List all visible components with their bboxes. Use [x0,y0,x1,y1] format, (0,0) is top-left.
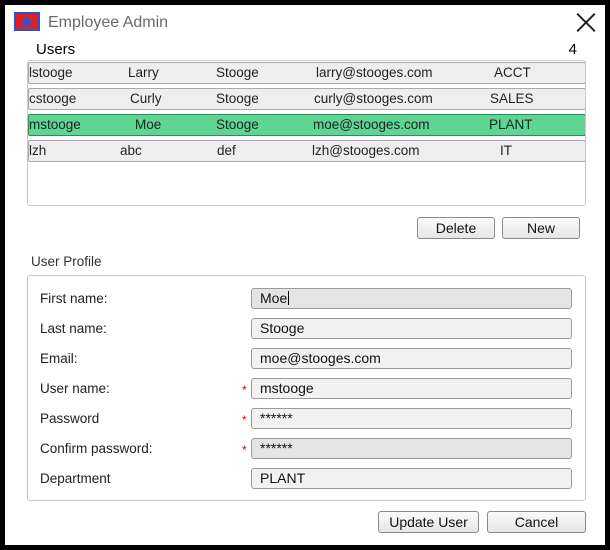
table-row[interactable]: lzh abc def lzh@stooges.com IT [28,140,585,162]
password-field[interactable]: ****** [251,408,572,429]
cancel-button[interactable]: Cancel [487,511,586,533]
cell-last-name: Stooge [216,65,259,80]
password-required-marker: * [242,413,247,427]
cell-department: SALES [490,91,534,106]
app-logo-icon [14,12,40,31]
username-field[interactable]: mstooge [251,378,572,399]
last-name-field[interactable]: Stooge [251,318,572,339]
cell-username: cstooge [29,91,77,106]
cell-first-name: abc [120,143,142,158]
table-row[interactable]: lstooge Larry Stooge larry@stooges.com A… [28,62,585,84]
password-label: Password [40,411,100,426]
cell-first-name: Curly [130,91,162,106]
update-user-button[interactable]: Update User [378,511,479,533]
cell-department: IT [500,143,512,158]
user-profile-title: User Profile [31,254,102,269]
first-name-field[interactable]: Moe [251,288,572,309]
cell-username: mstooge [29,117,81,132]
users-list[interactable]: lstooge Larry Stooge larry@stooges.com A… [27,60,586,206]
close-button[interactable] [575,11,597,33]
cell-email: moe@stooges.com [313,117,430,132]
cell-last-name: Stooge [216,91,259,106]
employee-admin-window: Employee Admin Users 4 lstooge Larry Sto… [5,5,605,545]
users-count: 4 [568,41,577,58]
cell-department: ACCT [494,65,531,80]
cell-last-name: def [217,143,236,158]
cell-email: curly@stooges.com [314,91,433,106]
new-button[interactable]: New [502,217,580,239]
table-row[interactable]: cstooge Curly Stooge curly@stooges.com S… [28,88,585,110]
cell-username: lstooge [29,65,73,80]
first-name-value: Moe [260,290,288,306]
department-field[interactable]: PLANT [251,468,572,489]
confirm-password-required-marker: * [242,443,247,457]
table-row-selected[interactable]: mstooge Moe Stooge moe@stooges.com PLANT [28,114,585,136]
cell-last-name: Stooge [216,117,259,132]
email-field[interactable]: moe@stooges.com [251,348,572,369]
first-name-label: First name: [40,291,108,306]
department-label: Department [40,471,111,486]
delete-button[interactable]: Delete [417,217,495,239]
last-name-label: Last name: [40,321,107,336]
cell-email: larry@stooges.com [316,65,433,80]
window-title: Employee Admin [48,14,169,31]
cell-first-name: Moe [135,117,162,132]
username-label: User name: [40,381,110,396]
cell-email: lzh@stooges.com [312,143,420,158]
cell-department: PLANT [489,117,533,132]
username-required-marker: * [242,383,247,397]
cell-first-name: Larry [128,65,159,80]
users-label: Users [36,41,76,58]
confirm-password-field[interactable]: ****** [251,438,572,459]
text-caret [288,291,290,305]
confirm-password-label: Confirm password: [40,441,153,456]
cell-username: lzh [29,143,47,158]
email-label: Email: [40,351,78,366]
